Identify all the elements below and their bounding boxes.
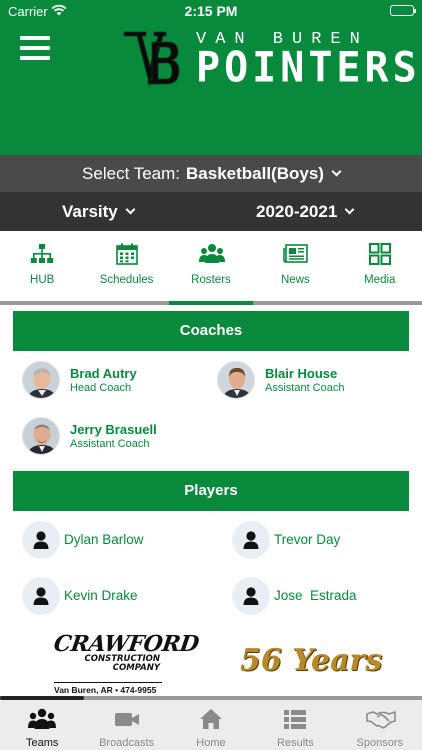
chevron-down-icon: [331, 166, 342, 176]
coach-role: Assistant Coach: [265, 382, 345, 394]
player-name: Trevor Day: [274, 532, 341, 547]
tab-hub[interactable]: HUB: [0, 231, 84, 301]
coach-name: Blair House: [265, 366, 338, 381]
sponsor-crawford-line4: Van Buren, AR • 474-9955: [54, 682, 162, 695]
sponsor-years-ad[interactable]: 56 Years: [240, 643, 382, 678]
users-icon: [198, 243, 225, 265]
coach-name: Brad Autry: [70, 366, 137, 381]
coach-photo: [22, 417, 60, 455]
player-item[interactable]: Kevin Drake: [22, 577, 212, 615]
player-name: Jose Estrada: [274, 588, 357, 603]
chevron-down-icon: [344, 204, 355, 215]
player-item[interactable]: Jose Estrada: [232, 577, 412, 615]
coach-role: Assistant Coach: [70, 438, 150, 450]
player-name: Dylan Barlow: [64, 532, 144, 547]
tab-news[interactable]: News: [253, 231, 337, 301]
vb-logo: [122, 28, 180, 90]
bottom-tab-label: Teams: [25, 737, 59, 749]
sponsor-crawford-line3: COMPANY: [112, 662, 160, 673]
level-selector-value: Varsity: [62, 202, 118, 221]
brand-wordmark: VAN BUREN POINTERS: [196, 30, 421, 93]
bottom-tab-label: Sponsors: [356, 737, 403, 749]
level-selector[interactable]: Varsity: [62, 202, 136, 222]
person-icon: [232, 521, 270, 559]
coaches-header: Coaches: [13, 311, 409, 351]
bottom-tab-label: Home: [196, 737, 226, 749]
hub-icon: [30, 243, 54, 265]
bottom-tab-home[interactable]: Home: [169, 700, 253, 750]
section-tabs: HUB Schedules Rosters News Media: [0, 231, 422, 305]
tab-label: HUB: [30, 274, 55, 286]
bottom-tab-label: Broadcasts: [99, 737, 155, 749]
bottom-tab-label: Results: [277, 737, 314, 749]
bottom-tab-broadcasts[interactable]: Broadcasts: [84, 700, 168, 750]
season-selector-value: 2020-2021: [256, 202, 338, 221]
coach-card[interactable]: Brad Autry Head Coach: [22, 361, 202, 401]
coach-role: Head Coach: [70, 382, 132, 394]
coach-card[interactable]: Blair House Assistant Coach: [217, 361, 397, 401]
level-season-bar: Varsity 2020-2021: [0, 192, 422, 231]
handshake-icon: [365, 708, 396, 730]
menu-button[interactable]: [20, 36, 50, 62]
tab-rosters[interactable]: Rosters: [168, 231, 254, 305]
coach-photo: [217, 361, 255, 399]
list-icon: [281, 708, 309, 730]
bottom-tab-results[interactable]: Results: [253, 700, 337, 750]
bottom-tab-bar: Teams Broadcasts Home Results Sponsors: [0, 700, 422, 750]
sponsor-crawford-line1: CRAWFORD: [52, 631, 201, 657]
player-item[interactable]: Dylan Barlow: [22, 521, 212, 559]
team-selector-label: Select Team:: [82, 163, 181, 183]
team-selector-value: Basketball(Boys): [186, 163, 324, 183]
bottom-tab-sponsors[interactable]: Sponsors: [338, 700, 422, 750]
calendar-icon: [115, 243, 139, 265]
video-camera-icon: [113, 708, 141, 730]
battery-icon: [390, 5, 416, 16]
newspaper-icon: [283, 243, 309, 265]
person-icon: [22, 577, 60, 615]
coach-photo: [22, 361, 60, 399]
tab-label: Rosters: [191, 274, 231, 286]
home-icon: [197, 708, 225, 730]
grid-icon: [368, 243, 392, 265]
status-time: 2:15 PM: [184, 3, 238, 19]
coach-card[interactable]: Jerry Brasuell Assistant Coach: [22, 417, 202, 457]
tab-label: Schedules: [99, 274, 154, 286]
teams-icon: [28, 708, 57, 730]
chevron-down-icon: [125, 204, 136, 215]
bottom-tab-teams[interactable]: Teams: [0, 700, 84, 750]
player-name: Kevin Drake: [64, 588, 138, 603]
coach-name: Jerry Brasuell: [70, 422, 157, 437]
season-selector[interactable]: 2020-2021: [256, 202, 355, 222]
tab-label: News: [280, 274, 310, 286]
tab-schedules[interactable]: Schedules: [84, 231, 168, 301]
sponsor-crawford-ad[interactable]: CRAWFORD CONSTRUCTION COMPANY Van Buren,…: [52, 631, 201, 695]
person-icon: [22, 521, 60, 559]
app-header: Carrier 2:15 PM VAN BUREN POINTERS: [0, 0, 422, 155]
tab-label: Media: [364, 274, 396, 286]
person-icon: [232, 577, 270, 615]
status-bar: Carrier 2:15 PM: [0, 0, 422, 22]
brand-main-text: POINTERS: [196, 43, 421, 93]
team-selector[interactable]: Select Team: Basketball(Boys): [0, 155, 422, 192]
players-header: Players: [13, 471, 409, 511]
player-item[interactable]: Trevor Day: [232, 521, 412, 559]
tab-media[interactable]: Media: [338, 231, 422, 301]
